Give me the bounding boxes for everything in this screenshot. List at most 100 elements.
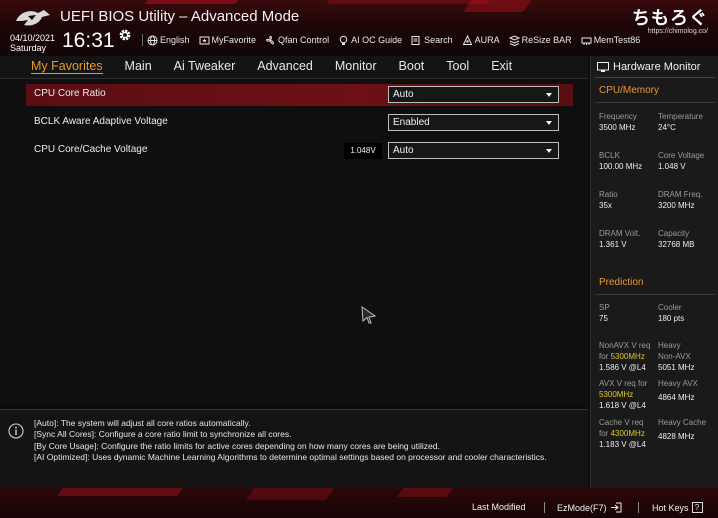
help-line: [Auto]: The system will adjust all core … [34, 418, 251, 428]
toolbar: English MyFavorite Qfan Control AI OC Gu… [142, 33, 649, 47]
hw-label: Cooler [658, 303, 682, 312]
toolbar-myfavorite-label: MyFavorite [211, 35, 257, 45]
exit-arrow-icon [610, 502, 622, 513]
toolbar-memtest[interactable]: MemTest86 [581, 35, 641, 46]
hw-value: 4864 MHz [658, 393, 695, 402]
hot-keys-button[interactable]: Hot Keys ? [652, 502, 703, 513]
ezmode-button[interactable]: EzMode(F7) [557, 502, 622, 513]
hot-keys-label: Hot Keys [652, 502, 689, 513]
hw-label: Cache V req [599, 418, 644, 427]
hw-label: Heavy [658, 341, 681, 350]
toolbar-memtest-label: MemTest86 [593, 35, 641, 45]
hw-sp: SP 75 [599, 302, 659, 324]
tab-tool[interactable]: Tool [435, 56, 480, 78]
divider [595, 77, 715, 78]
hw-value: 35x [599, 201, 612, 210]
hw-capacity: Capacity 32768 MB [658, 228, 718, 250]
divider [595, 294, 715, 295]
toolbar-search[interactable]: Search [411, 35, 453, 46]
hw-label: Ratio [599, 190, 618, 199]
tab-boot[interactable]: Boot [388, 56, 436, 78]
hw-value: 1.048 V [658, 162, 686, 171]
help-panel: [Auto]: The system will adjust all core … [0, 409, 588, 488]
tab-ai-tweaker[interactable]: Ai Tweaker [163, 56, 247, 78]
hw-heavy-nonavx: Heavy Non-AVX 5051 MHz [658, 340, 718, 373]
favorite-icon [199, 36, 210, 44]
toolbar-qfan-label: Qfan Control [278, 35, 330, 45]
header-bar: UEFI BIOS Utility – Advanced Mode ちもろぐ h… [0, 0, 718, 56]
cpu-core-ratio-dropdown[interactable]: Auto [388, 86, 559, 103]
footer-divider [638, 502, 639, 513]
prediction-heading: Prediction [599, 277, 644, 288]
hw-label: DRAM Freq. [658, 190, 703, 199]
footer-decoration [396, 488, 454, 497]
hw-label: Temperature [658, 112, 703, 121]
toolbar-ai-oc-guide[interactable]: AI OC Guide [338, 35, 402, 46]
hw-label: Heavy Cache [658, 418, 707, 427]
help-key-icon: ? [691, 502, 703, 513]
search-icon [411, 35, 420, 45]
hw-ratio: Ratio 35x [599, 189, 659, 211]
rog-logo-icon [16, 10, 50, 26]
gear-icon[interactable] [118, 28, 132, 42]
setting-label: BCLK Aware Adaptive Voltage [34, 116, 168, 127]
footer-bar: Last Modified EzMode(F7) Hot Keys ? [0, 488, 718, 518]
tab-exit[interactable]: Exit [480, 56, 523, 78]
hw-for: for [599, 429, 609, 438]
divider [595, 102, 715, 103]
hw-cooler: Cooler 180 pts [658, 302, 718, 324]
hw-label: Heavy AVX [658, 379, 698, 388]
setting-row-cpu-core-ratio[interactable]: CPU Core Ratio Auto [26, 84, 573, 106]
app-title: UEFI BIOS Utility – Advanced Mode [60, 8, 300, 25]
tab-monitor[interactable]: Monitor [324, 56, 388, 78]
settings-panel: CPU Core Ratio Auto BCLK Aware Adaptive … [0, 78, 588, 406]
hw-core-voltage: Core Voltage 1.048 V [658, 150, 718, 172]
hw-value: 180 pts [658, 314, 685, 323]
hw-avx-req: AVX V req for 5300MHz 1.618 V @L4 [599, 378, 659, 411]
hw-frequency: Frequency 3500 MHz [599, 111, 659, 133]
hw-avx-req-label: AVX V req [599, 379, 636, 388]
globe-icon [147, 35, 158, 45]
header-decoration [462, 0, 538, 12]
hw-value: 1.618 V @L4 [599, 401, 646, 410]
footer-divider [544, 502, 545, 513]
tab-main[interactable]: Main [114, 56, 163, 78]
help-line: [AI Optimized]: Uses dynamic Machine Lea… [34, 452, 547, 463]
toolbar-qfan[interactable]: Qfan Control [265, 35, 329, 46]
tab-my-favorites[interactable]: My Favorites [20, 56, 114, 78]
last-modified-button[interactable]: Last Modified [472, 502, 526, 512]
cpu-memory-heading: CPU/Memory [599, 85, 660, 96]
date-text: 04/10/2021 [10, 33, 56, 43]
hw-dram-volt: DRAM Volt. 1.361 V [599, 228, 659, 250]
hw-heavy-cache: Heavy Cache 4828 MHz [658, 417, 718, 442]
hw-value: 3500 MHz [599, 123, 636, 132]
toolbar-english[interactable]: English [147, 35, 190, 46]
hw-freq-highlight: 5300MHz [610, 352, 645, 361]
hw-value: 4828 MHz [658, 432, 695, 441]
help-text: [Auto]: The system will adjust all core … [34, 418, 579, 464]
header-decoration [145, 0, 245, 4]
toolbar-search-label: Search [424, 35, 453, 45]
hw-dram-freq: DRAM Freq. 3200 MHz [658, 189, 718, 211]
dropdown-value: Auto [393, 89, 414, 100]
toolbar-resize-bar[interactable]: ReSize BAR [508, 34, 572, 46]
chevron-down-icon [546, 93, 552, 97]
setting-row-bclk-aware[interactable]: BCLK Aware Adaptive Voltage Enabled [26, 112, 573, 134]
core-cache-voltage-dropdown[interactable]: Auto [388, 142, 559, 159]
tab-advanced[interactable]: Advanced [246, 56, 324, 78]
chevron-down-icon [546, 121, 552, 125]
chevron-down-icon [546, 149, 552, 153]
toolbar-divider [142, 34, 143, 46]
toolbar-myfavorite[interactable]: MyFavorite [199, 35, 257, 46]
fan-icon [266, 35, 274, 44]
toolbar-aura[interactable]: AURA [462, 34, 500, 46]
aura-icon [462, 34, 472, 45]
hw-label: AVX V req for [599, 378, 659, 389]
toolbar-resize-bar-label: ReSize BAR [521, 35, 572, 45]
hw-nonavx-req: NonAVX V req for 5300MHz 1.586 V @L4 [599, 340, 659, 373]
bclk-aware-dropdown[interactable]: Enabled [388, 114, 559, 131]
setting-row-core-cache-voltage[interactable]: CPU Core/Cache Voltage 1.048V Auto [26, 140, 573, 162]
nav-tabs: My Favorites Main Ai Tweaker Advanced Mo… [20, 56, 523, 78]
site-watermark: ちもろぐ https://chimolog.co/ [632, 4, 708, 35]
tab-my-favorites-label: My Favorites [31, 59, 103, 74]
